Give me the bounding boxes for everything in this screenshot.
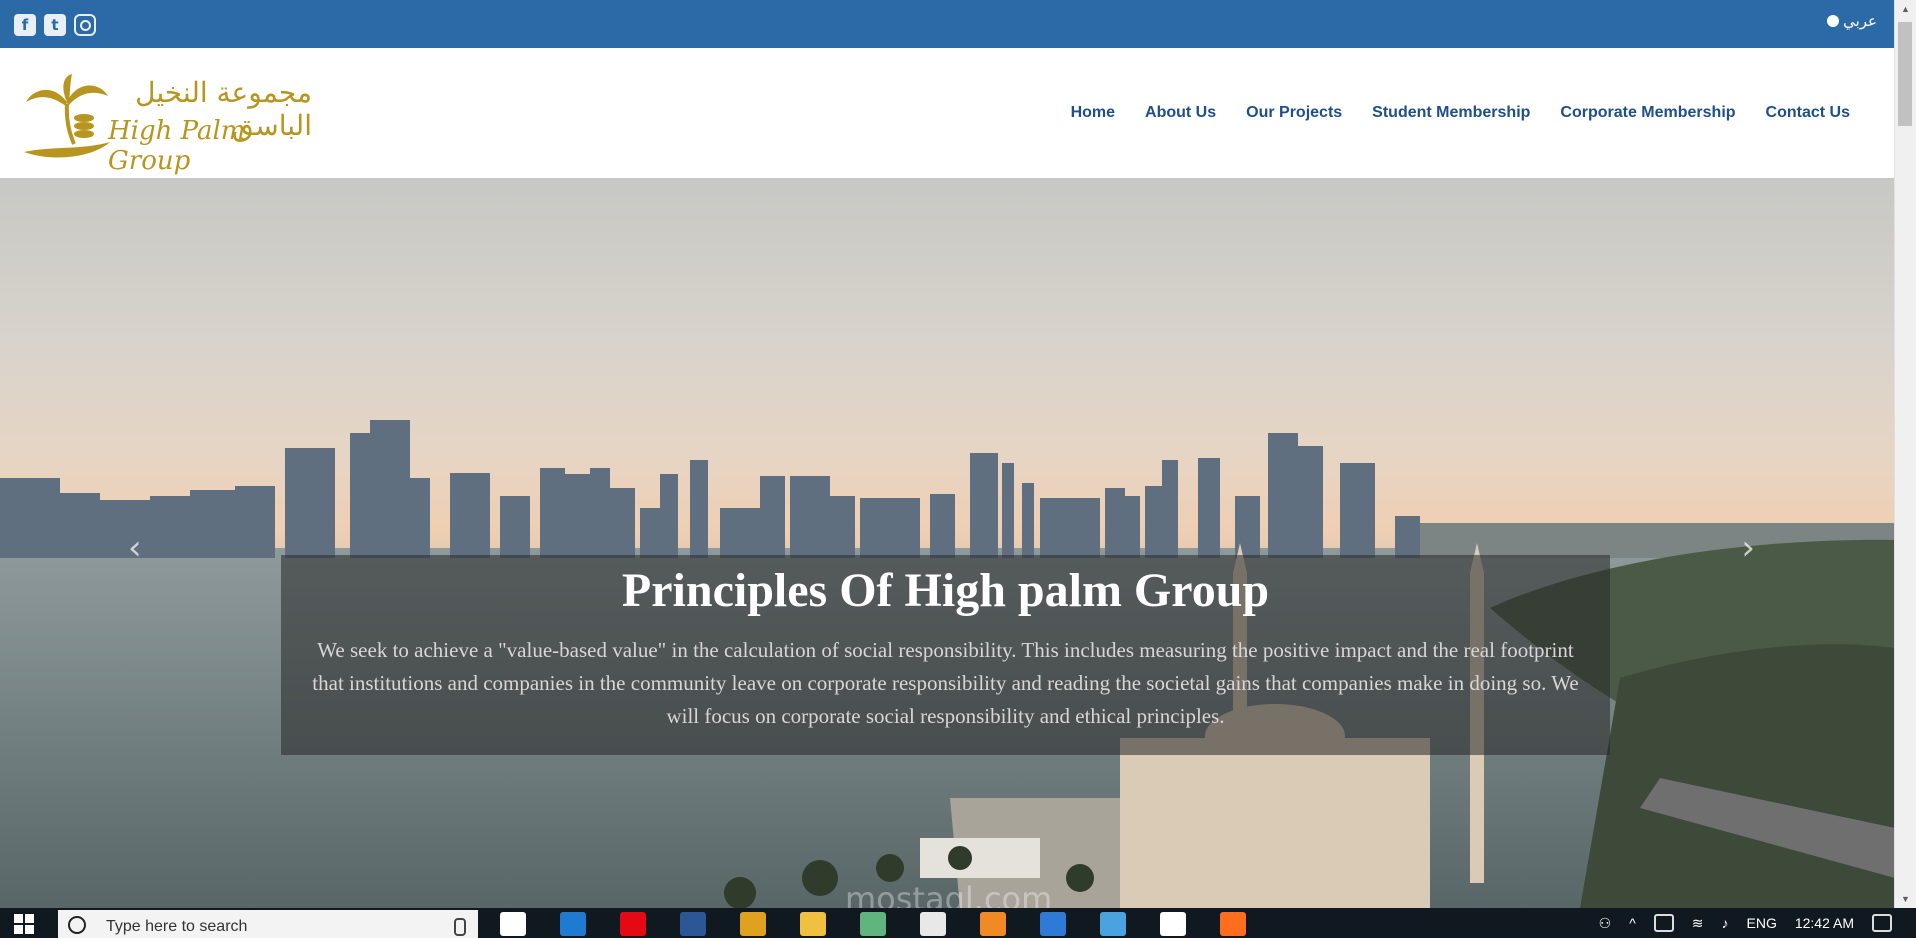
scrollbar-thumb[interactable] — [1898, 22, 1912, 126]
input-language[interactable]: ENG — [1747, 915, 1777, 931]
edge-icon[interactable] — [560, 912, 586, 936]
nav-our-projects[interactable]: Our Projects — [1231, 104, 1357, 122]
nav-home[interactable]: Home — [1056, 104, 1130, 122]
site-header: مجموعة النخيل الباسق High Palm Group Hom… — [0, 48, 1895, 178]
notifications-icon[interactable] — [1872, 914, 1892, 932]
system-clock[interactable]: 12:42 AM — [1795, 908, 1854, 938]
instagram-icon[interactable] — [74, 14, 96, 36]
main-nav: Home About Us Our Projects Student Membe… — [1056, 104, 1865, 122]
palm-logo-icon — [24, 74, 110, 158]
taskbar-search-input[interactable]: Type here to search — [58, 910, 478, 938]
hero-background-image — [0, 420, 1895, 908]
netflix-icon[interactable] — [620, 912, 646, 936]
hero-caption-box: Principles Of High palm Group We seek to… — [281, 555, 1610, 755]
task-view-icon[interactable] — [500, 912, 526, 936]
nav-contact-us[interactable]: Contact Us — [1751, 104, 1865, 122]
nav-about-us[interactable]: About Us — [1130, 104, 1231, 122]
chrome-icon[interactable] — [740, 912, 766, 936]
scroll-down-icon[interactable]: ▼ — [1895, 890, 1916, 908]
pycharm-icon[interactable] — [1040, 912, 1066, 936]
nav-corporate-membership[interactable]: Corporate Membership — [1545, 104, 1750, 122]
wifi-icon[interactable]: ≋ — [1692, 915, 1704, 932]
people-icon[interactable]: ⚇ — [1599, 915, 1612, 932]
system-tray: ⚇ ^ ≋ ♪ ENG 12:42 AM — [1599, 908, 1892, 938]
social-links: f t — [14, 14, 96, 36]
store-icon[interactable] — [920, 912, 946, 936]
file-explorer-icon[interactable] — [800, 912, 826, 936]
search-placeholder: Type here to search — [106, 918, 248, 935]
hero-title: Principles Of High palm Group — [621, 564, 1270, 617]
taskbar-apps — [500, 912, 1246, 936]
logo-english-text: High Palm Group — [108, 116, 246, 176]
windows-start-icon[interactable] — [14, 914, 34, 934]
carousel-next-arrow[interactable]: › — [1741, 528, 1755, 568]
app-icon[interactable] — [1100, 912, 1126, 936]
page-scrollbar[interactable]: ▲ ▼ — [1894, 0, 1916, 908]
mail-icon[interactable] — [1160, 912, 1186, 936]
windows-taskbar: Type here to search ⚇ ^ ≋ ♪ ENG 12:42 AM — [0, 908, 1916, 938]
hero-carousel: ‹ › Principles Of High palm Group We see… — [0, 178, 1895, 908]
facebook-icon[interactable]: f — [14, 14, 36, 36]
twitter-icon[interactable]: t — [44, 14, 66, 36]
top-social-bar: f t عربي — [0, 0, 1895, 48]
scroll-up-icon[interactable]: ▲ — [1895, 0, 1916, 18]
globe-icon — [1827, 15, 1840, 27]
battery-icon[interactable] — [1653, 914, 1674, 932]
chevron-up-icon[interactable]: ^ — [1629, 915, 1636, 931]
atom-icon[interactable] — [860, 912, 886, 936]
microphone-icon[interactable] — [454, 918, 466, 936]
site-logo[interactable]: مجموعة النخيل الباسق High Palm Group — [22, 72, 312, 176]
volume-icon[interactable]: ♪ — [1722, 915, 1729, 931]
hero-description: We seek to achieve a "value-based value"… — [312, 638, 1579, 728]
language-label: عربي — [1843, 13, 1877, 30]
sublime-icon[interactable] — [980, 912, 1006, 936]
firefox-icon[interactable] — [1220, 912, 1246, 936]
nav-student-membership[interactable]: Student Membership — [1357, 104, 1545, 122]
word-icon[interactable] — [680, 912, 706, 936]
search-icon — [68, 916, 86, 934]
carousel-prev-arrow[interactable]: ‹ — [128, 528, 142, 568]
language-switch[interactable]: عربي — [1827, 12, 1877, 30]
